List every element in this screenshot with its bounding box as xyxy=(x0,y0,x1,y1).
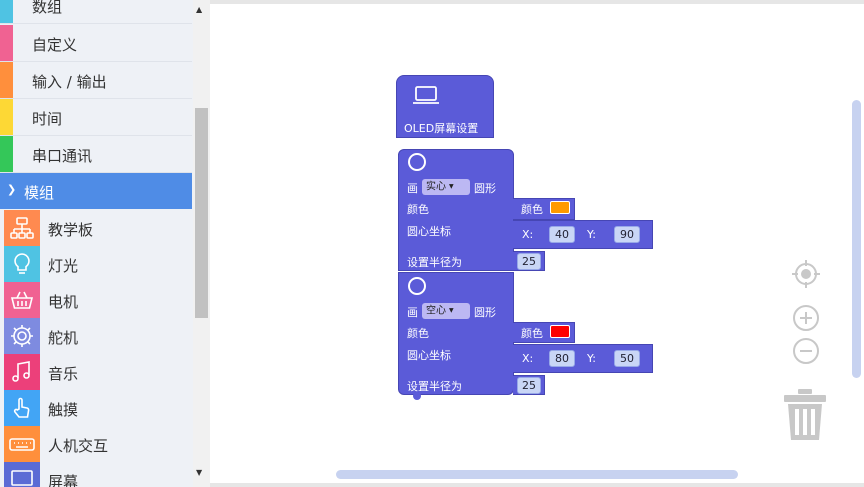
module-label: 电机 xyxy=(48,293,79,311)
color-value-label: 颜色 xyxy=(521,203,543,216)
category-serial[interactable]: 串口通讯 xyxy=(0,136,192,173)
fill-mode-value: 空心 xyxy=(426,305,446,317)
module-label: 教学板 xyxy=(48,221,94,239)
module-label: 人机交互 xyxy=(48,437,109,455)
module-label: 灯光 xyxy=(48,257,79,275)
color-swatch-red[interactable] xyxy=(550,325,570,338)
color-value-label: 颜色 xyxy=(521,327,543,340)
color-label: 颜色 xyxy=(407,203,429,216)
category-label: 时间 xyxy=(32,110,63,128)
y-input[interactable]: 90 xyxy=(614,226,640,243)
circle-shape-icon xyxy=(408,277,426,295)
module-label: 屏幕 xyxy=(48,473,79,487)
screen-icon xyxy=(4,462,40,487)
zoom-out-icon[interactable] xyxy=(792,337,820,365)
touch-hand-icon xyxy=(4,390,40,426)
category-time[interactable]: 时间 xyxy=(0,99,192,136)
center-label: 圆心坐标 xyxy=(407,225,451,238)
network-board-icon xyxy=(4,210,40,246)
workspace-bottom-border xyxy=(210,483,864,487)
servo-gear-icon xyxy=(4,318,40,354)
draw-label: 画 xyxy=(407,182,418,195)
category-custom[interactable]: 自定义 xyxy=(0,25,192,62)
music-note-icon xyxy=(4,354,40,390)
dropdown-arrow-icon: ▼ xyxy=(449,183,454,190)
module-screen[interactable]: 屏幕 xyxy=(0,462,192,487)
zoom-in-icon[interactable] xyxy=(792,304,820,332)
x-input[interactable]: 40 xyxy=(549,226,575,243)
shape-label: 圆形 xyxy=(474,306,496,319)
category-color-stripe xyxy=(0,62,13,98)
scroll-down-arrow-icon[interactable]: ▼ xyxy=(196,468,202,477)
category-label: 数组 xyxy=(32,0,63,16)
chevron-down-icon: ❯ xyxy=(7,183,17,196)
radius-input[interactable]: 25 xyxy=(517,253,541,270)
module-label: 触摸 xyxy=(48,401,79,419)
light-bulb-icon xyxy=(4,246,40,282)
module-hci[interactable]: 人机交互 xyxy=(0,426,192,462)
y-label: Y: xyxy=(587,228,596,241)
workspace-vertical-scrollbar[interactable] xyxy=(852,100,861,378)
module-teaching-board[interactable]: 教学板 xyxy=(0,210,192,246)
motor-basket-icon xyxy=(4,282,40,318)
category-color-stripe xyxy=(0,25,13,61)
fill-mode-dropdown[interactable]: 实心 ▼ xyxy=(422,179,470,195)
color-swatch-orange[interactable] xyxy=(550,201,570,214)
module-motor[interactable]: 电机 xyxy=(0,282,192,318)
module-music[interactable]: 音乐 xyxy=(0,354,192,390)
color-label: 颜色 xyxy=(407,327,429,340)
category-color-stripe xyxy=(0,136,13,172)
module-servo[interactable]: 舵机 xyxy=(0,318,192,354)
module-light[interactable]: 灯光 xyxy=(0,246,192,282)
category-input-output[interactable]: 输入 / 输出 xyxy=(0,62,192,99)
module-label: 舵机 xyxy=(48,329,79,347)
recenter-crosshair-icon[interactable] xyxy=(790,258,822,290)
category-label: 自定义 xyxy=(32,36,78,54)
trash-can-icon[interactable] xyxy=(782,389,828,441)
laptop-icon xyxy=(413,86,439,104)
radius-input[interactable]: 25 xyxy=(517,377,541,394)
sidebar-scrollbar-thumb[interactable] xyxy=(195,108,208,318)
category-label: 模组 xyxy=(24,184,55,202)
keyboard-icon xyxy=(4,426,40,462)
category-label: 串口通讯 xyxy=(32,147,93,165)
category-module-header[interactable]: ❯ 模组 xyxy=(0,173,192,209)
circle-shape-icon xyxy=(408,153,426,171)
category-color-stripe xyxy=(0,99,13,135)
radius-label: 设置半径为 xyxy=(407,256,462,269)
x-label: X: xyxy=(522,352,534,365)
y-input[interactable]: 50 xyxy=(614,350,640,367)
y-label: Y: xyxy=(587,352,596,365)
draw-label: 画 xyxy=(407,306,418,319)
workspace-top-border xyxy=(210,0,864,4)
radius-label: 设置半径为 xyxy=(407,380,462,393)
oled-setup-label: OLED屏幕设置 xyxy=(404,122,479,135)
category-color-stripe xyxy=(0,0,13,23)
toolbox-sidebar: 数组 自定义 输入 / 输出 时间 串口通讯 ❯ 模组 教学板 灯光 电机 舵机… xyxy=(0,0,210,487)
center-label: 圆心坐标 xyxy=(407,349,451,362)
x-input[interactable]: 80 xyxy=(549,350,575,367)
scroll-up-arrow-icon[interactable]: ▲ xyxy=(196,5,202,14)
x-label: X: xyxy=(522,228,534,241)
module-label: 音乐 xyxy=(48,365,79,383)
dropdown-arrow-icon: ▼ xyxy=(449,307,454,314)
fill-mode-dropdown[interactable]: 空心 ▼ xyxy=(422,303,470,319)
shape-label: 圆形 xyxy=(474,182,496,195)
workspace-horizontal-scrollbar[interactable] xyxy=(336,470,738,479)
fill-mode-value: 实心 xyxy=(426,181,446,193)
oled-setup-block[interactable]: OLED屏幕设置 xyxy=(396,75,494,138)
module-touch[interactable]: 触摸 xyxy=(0,390,192,426)
category-array[interactable]: 数组 xyxy=(0,0,192,24)
category-label: 输入 / 输出 xyxy=(32,73,107,91)
